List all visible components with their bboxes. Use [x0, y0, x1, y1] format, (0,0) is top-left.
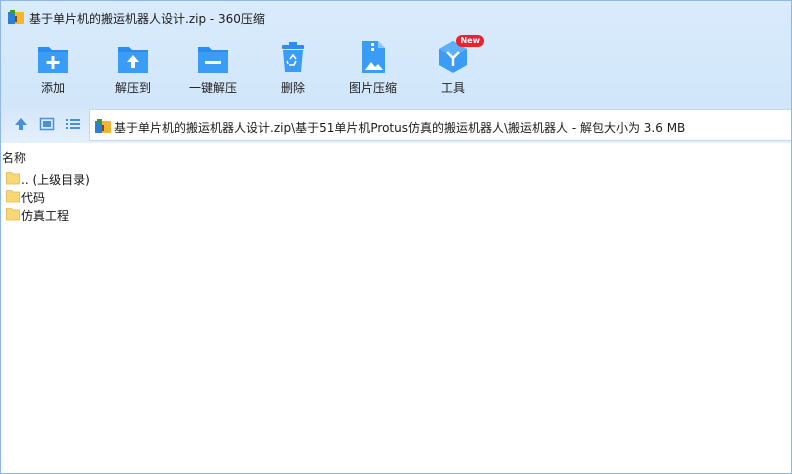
list-item-name: 代码: [21, 191, 46, 205]
address-path: 基于单片机的搬运机器人设计.zip\基于51单片机Protus仿真的搬运机器人\…: [114, 121, 686, 135]
image-compress-label: 图片压缩: [348, 81, 397, 95]
image-compress-button[interactable]: 图片压缩: [333, 35, 413, 101]
title-bar: 基于单片机的搬运机器人设计.zip - 360压缩: [1, 1, 791, 33]
up-arrow-icon[interactable]: [13, 116, 29, 132]
recycle-bin-icon: [276, 39, 310, 75]
extract-to-icon: [116, 39, 150, 75]
add-label: 添加: [40, 81, 65, 95]
column-header-name[interactable]: 名称: [2, 149, 26, 166]
address-bar[interactable]: 基于单片机的搬运机器人设计.zip\基于51单片机Protus仿真的搬运机器人\…: [89, 109, 791, 141]
image-compress-icon: [356, 39, 390, 75]
tools-label: 工具: [440, 81, 465, 95]
toolbar: 添加 解压到 一键解压 删除 图片压缩 New 工具: [1, 35, 791, 101]
archive-icon: [95, 118, 111, 134]
address-row: 基于单片机的搬运机器人设计.zip\基于51单片机Protus仿真的搬运机器人\…: [1, 105, 791, 143]
window-title: 基于单片机的搬运机器人设计.zip - 360压缩: [29, 12, 265, 26]
list-item[interactable]: 代码: [1, 187, 791, 205]
extract-to-button[interactable]: 解压到: [93, 35, 173, 101]
add-button[interactable]: 添加: [13, 35, 93, 101]
extract-to-label: 解压到: [114, 81, 151, 95]
tools-button[interactable]: New 工具: [413, 35, 493, 101]
delete-button[interactable]: 删除: [253, 35, 333, 101]
one-click-extract-button[interactable]: 一键解压: [173, 35, 253, 101]
thumbnail-view-icon[interactable]: [39, 116, 55, 132]
archive-app-icon: [8, 9, 24, 25]
header: 基于单片机的搬运机器人设计.zip - 360压缩 添加 解压到 一键解压 删除…: [1, 1, 791, 105]
tools-cube-icon: New: [436, 35, 484, 75]
new-badge: New: [456, 35, 484, 47]
one-click-extract-icon: [196, 39, 230, 75]
list-item[interactable]: 仿真工程: [1, 205, 791, 223]
list-item[interactable]: .. (上级目录): [1, 169, 791, 187]
file-rows: .. (上级目录) 代码 仿真工程: [1, 169, 791, 223]
add-folder-icon: [36, 39, 70, 75]
folder-icon: [6, 171, 20, 185]
folder-icon: [6, 189, 20, 203]
delete-label: 删除: [280, 81, 305, 95]
list-view-icon[interactable]: [65, 116, 81, 132]
file-list: 名称 .. (上级目录) 代码 仿真工程: [1, 143, 791, 473]
app-window: 基于单片机的搬运机器人设计.zip - 360压缩 添加 解压到 一键解压 删除…: [0, 0, 792, 474]
list-item-name: .. (上级目录): [21, 173, 90, 187]
list-item-name: 仿真工程: [21, 209, 70, 223]
folder-icon: [6, 207, 20, 221]
one-click-extract-label: 一键解压: [188, 81, 237, 95]
